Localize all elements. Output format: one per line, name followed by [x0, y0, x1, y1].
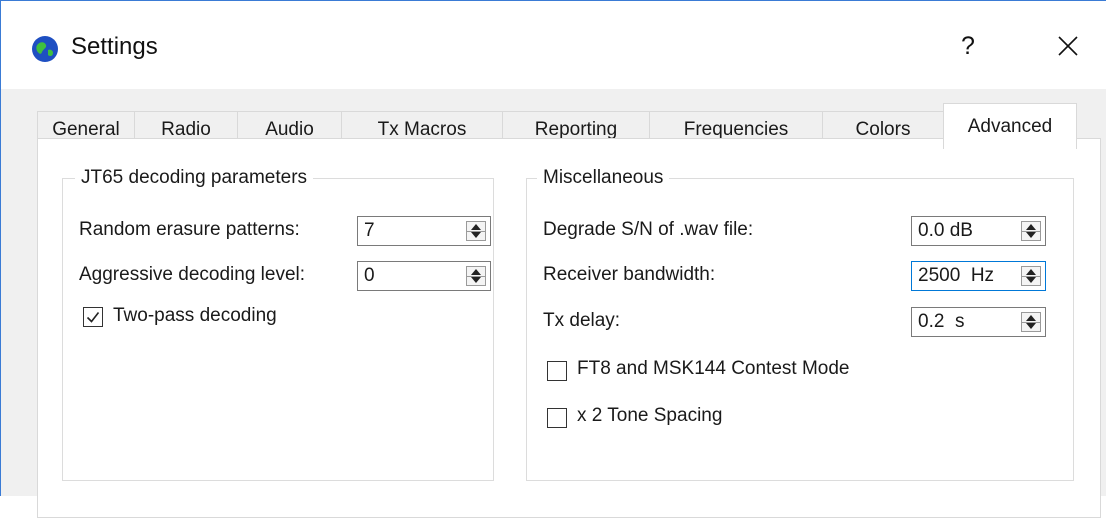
close-icon: [1058, 36, 1078, 56]
receiver-bandwidth-label: Receiver bandwidth:: [543, 264, 716, 285]
tone-spacing-label[interactable]: x 2 Tone Spacing: [577, 405, 722, 427]
help-button[interactable]: ?: [941, 21, 995, 71]
contest-mode-checkbox[interactable]: [547, 361, 567, 381]
spin-arrows-icon[interactable]: [1021, 312, 1041, 332]
degrade-sn-label: Degrade S/N of .wav file:: [543, 219, 754, 240]
dialog-client-area: General Radio Audio Tx Macros Reporting …: [1, 89, 1106, 518]
aggressive-decoding-label: Aggressive decoding level:: [79, 264, 306, 285]
degrade-sn-spinbox[interactable]: 0.0 dB: [911, 216, 1046, 246]
window-title: Settings: [71, 33, 158, 60]
app-globe-icon: [32, 36, 58, 62]
jt65-group-title: JT65 decoding parameters: [75, 167, 314, 189]
misc-groupbox: Miscellaneous Degrade S/N of .wav file: …: [526, 167, 1074, 481]
spin-arrows-icon[interactable]: [1021, 221, 1041, 241]
jt65-groupbox: JT65 decoding parameters Random erasure …: [62, 167, 494, 481]
random-erasure-spinbox[interactable]: 7: [357, 216, 491, 246]
tx-delay-label: Tx delay:: [543, 310, 621, 331]
receiver-bandwidth-value: 2500 Hz: [918, 265, 995, 286]
degrade-sn-value: 0.0 dB: [918, 220, 973, 241]
checkmark-icon: [86, 312, 100, 323]
spin-arrows-icon[interactable]: [466, 221, 486, 241]
tx-delay-value: 0.2 s: [918, 311, 965, 332]
title-bar[interactable]: Settings ?: [1, 1, 1106, 89]
advanced-tab-panel: JT65 decoding parameters Random erasure …: [37, 138, 1101, 518]
tx-delay-spinbox[interactable]: 0.2 s: [911, 307, 1046, 337]
spin-arrows-icon[interactable]: [466, 266, 486, 286]
two-pass-checkbox[interactable]: [83, 307, 103, 327]
receiver-bandwidth-spinbox[interactable]: 2500 Hz: [911, 261, 1046, 291]
aggressive-decoding-spinbox[interactable]: 0: [357, 261, 491, 291]
contest-mode-label[interactable]: FT8 and MSK144 Contest Mode: [577, 358, 849, 380]
aggressive-decoding-value: 0: [364, 265, 375, 286]
close-button[interactable]: [1041, 21, 1095, 71]
misc-group-title: Miscellaneous: [537, 167, 670, 189]
random-erasure-value: 7: [364, 220, 375, 241]
spin-arrows-icon[interactable]: [1021, 266, 1041, 286]
random-erasure-label: Random erasure patterns:: [79, 219, 300, 240]
tab-advanced[interactable]: Advanced: [943, 103, 1077, 149]
two-pass-label[interactable]: Two-pass decoding: [113, 305, 277, 327]
tone-spacing-checkbox[interactable]: [547, 408, 567, 428]
